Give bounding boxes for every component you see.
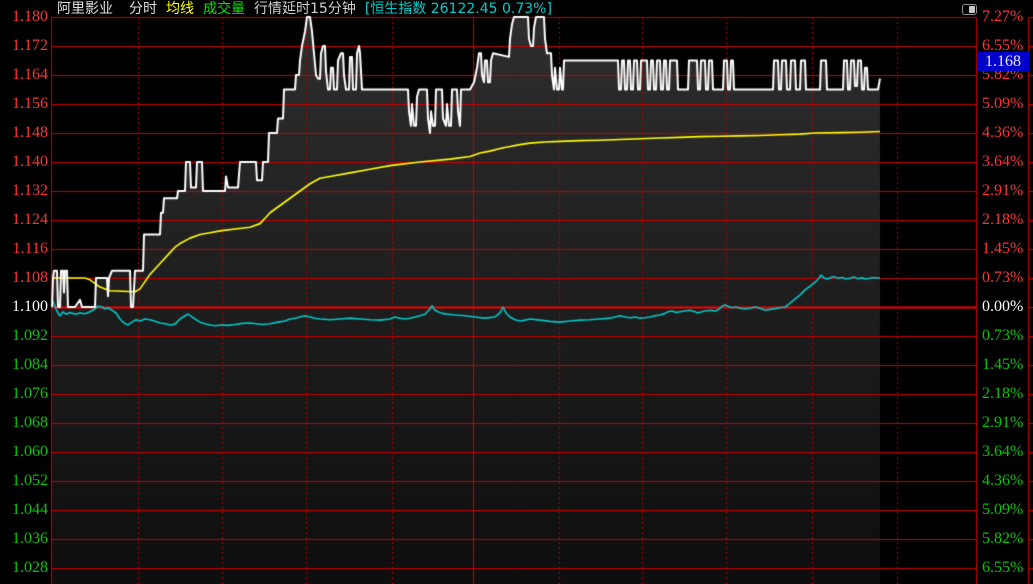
stock-name[interactable]: 阿里影业 xyxy=(57,1,113,17)
percent-axis-label: 3.64% xyxy=(982,444,1023,460)
price-axis-label: 1.068 xyxy=(0,415,48,431)
toggle-ma-line[interactable]: 均线 xyxy=(166,1,194,17)
panel-toggle-icon[interactable] xyxy=(962,4,977,15)
price-axis-label: 1.124 xyxy=(0,212,48,228)
price-axis-label: 1.044 xyxy=(0,502,48,518)
chart-header: 阿里影业 分时 均线 成交量 行情延时15分钟 [恒生指数 26122.45 0… xyxy=(57,1,561,17)
intraday-chart-canvas[interactable] xyxy=(0,0,1033,584)
price-axis-label: 1.148 xyxy=(0,125,48,141)
price-axis-label: 1.084 xyxy=(0,357,48,373)
current-price-tag: 1.168 xyxy=(977,52,1029,71)
price-axis-label: 1.108 xyxy=(0,270,48,286)
percent-axis-label: 0.73% xyxy=(982,270,1023,286)
price-axis-label: 1.156 xyxy=(0,96,48,112)
percent-axis-label: 7.27% xyxy=(982,9,1023,25)
price-axis-label: 1.116 xyxy=(0,241,48,257)
percent-axis-label: 1.45% xyxy=(982,357,1023,373)
percent-axis-label: 5.82% xyxy=(982,531,1023,547)
percent-axis-label: 6.55% xyxy=(982,560,1023,576)
price-axis-label: 1.028 xyxy=(0,560,48,576)
percent-axis-label: 2.18% xyxy=(982,212,1023,228)
hang-seng-index-info[interactable]: [恒生指数 26122.45 0.73%] xyxy=(365,1,552,17)
quote-delay-note: 行情延时15分钟 xyxy=(254,1,356,17)
price-axis-label: 1.076 xyxy=(0,386,48,402)
price-axis-label: 1.092 xyxy=(0,328,48,344)
percent-axis-label: 0.00% xyxy=(982,299,1023,315)
price-axis-label: 1.132 xyxy=(0,183,48,199)
percent-axis-label: 2.91% xyxy=(982,183,1023,199)
price-axis-label: 1.100 xyxy=(0,299,48,315)
percent-axis-label: 0.73% xyxy=(982,328,1023,344)
percent-axis-label: 4.36% xyxy=(982,473,1023,489)
price-axis-label: 1.172 xyxy=(0,38,48,54)
percent-axis-label: 4.36% xyxy=(982,125,1023,141)
price-axis-label: 1.164 xyxy=(0,67,48,83)
panel-toggle-icon-fill xyxy=(969,6,975,13)
price-axis-label: 1.052 xyxy=(0,473,48,489)
price-axis-label: 1.140 xyxy=(0,154,48,170)
price-axis-label: 1.060 xyxy=(0,444,48,460)
percent-axis-label: 3.64% xyxy=(982,154,1023,170)
tab-timeline[interactable]: 分时 xyxy=(129,1,157,17)
percent-axis-label: 5.09% xyxy=(982,502,1023,518)
intraday-chart-app: 阿里影业 分时 均线 成交量 行情延时15分钟 [恒生指数 26122.45 0… xyxy=(0,0,1033,584)
percent-axis-label: 2.91% xyxy=(982,415,1023,431)
toggle-volume[interactable]: 成交量 xyxy=(203,1,245,17)
percent-axis-label: 1.45% xyxy=(982,241,1023,257)
price-axis-label: 1.180 xyxy=(0,9,48,25)
percent-axis-label: 2.18% xyxy=(982,386,1023,402)
price-axis-label: 1.036 xyxy=(0,531,48,547)
percent-axis-label: 5.09% xyxy=(982,96,1023,112)
